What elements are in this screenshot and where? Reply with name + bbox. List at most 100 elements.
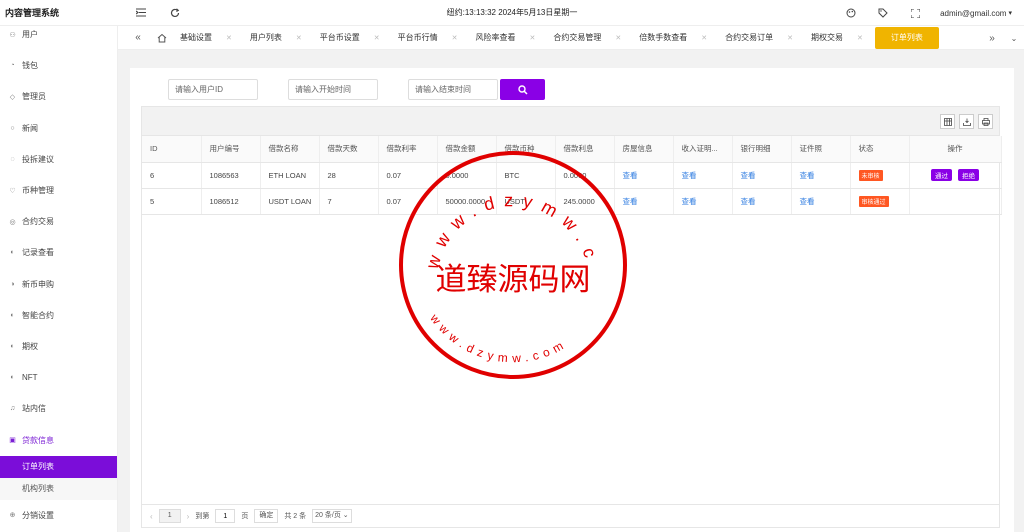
view-house-link[interactable]: 查看 <box>614 188 674 215</box>
close-icon[interactable]: ✕ <box>615 34 621 42</box>
goto-label: 到第 <box>195 513 210 520</box>
status-badge: 未审核 <box>858 169 883 181</box>
export-icon[interactable] <box>959 114 974 129</box>
pagination: ‹ 1 › 到第 页 确定 共 2 条 20 条/页 ⌄ <box>142 504 999 527</box>
tabs-scroll-right-icon[interactable]: » <box>984 30 1000 46</box>
sidebar-item-label: 智能合约 <box>22 310 54 320</box>
close-icon[interactable]: ✕ <box>226 34 232 42</box>
sidebar-item-subscribe[interactable]: ◑ 新币申购 <box>0 269 117 300</box>
column-header: 借款金额 <box>437 136 497 163</box>
tab-basic-settings[interactable]: 基础设置 ✕ <box>170 27 240 49</box>
column-header: 收入证明... <box>673 136 733 163</box>
refresh-icon[interactable] <box>168 6 182 20</box>
cell-interest: 245.0000 <box>555 188 615 215</box>
tab-platform-coin-market[interactable]: 平台币行情 ✕ <box>388 27 466 49</box>
sidebar-item-news[interactable]: ○ 新闻 <box>0 113 117 144</box>
close-icon[interactable]: ✕ <box>374 34 380 42</box>
next-page-icon[interactable]: › <box>187 512 190 521</box>
tabs-scroll-left-icon[interactable]: « <box>130 30 146 46</box>
close-icon[interactable]: ✕ <box>787 34 793 42</box>
tab-option-trade[interactable]: 期权交易 ✕ <box>801 27 871 49</box>
close-icon[interactable]: ✕ <box>452 34 458 42</box>
print-icon[interactable] <box>978 114 993 129</box>
sidebar-item-contract[interactable]: ◎ 合约交易 <box>0 206 117 237</box>
sidebar-item-loan[interactable]: ▣ 贷款信息 <box>0 424 117 455</box>
user-menu[interactable]: admin@gmail.com ▾ <box>940 9 1012 18</box>
column-header: 借款利率 <box>378 136 438 163</box>
view-income-link[interactable]: 查看 <box>673 188 733 215</box>
menu-fold-icon[interactable] <box>134 6 148 20</box>
goto-page-input[interactable] <box>215 509 236 523</box>
main-panel: ID 用户编号 借款名称 借款天数 借款利率 借款金额 借款币种 借款利息 房屋… <box>130 68 1014 532</box>
tab-contract-trade-mgmt[interactable]: 合约交易管理 ✕ <box>543 27 629 49</box>
sidebar-subitem-orders[interactable]: 订单列表 <box>0 455 117 478</box>
sidebar-item-record[interactable]: ◐ 记录查看 <box>0 237 117 268</box>
tab-label: 平台币设置 <box>319 33 360 42</box>
close-icon[interactable]: ✕ <box>857 34 863 42</box>
tab-user-list[interactable]: 用户列表 ✕ <box>240 27 310 49</box>
cell-days: 28 <box>319 162 379 189</box>
smart-contract-icon: ◐ <box>10 311 15 319</box>
view-house-link[interactable]: 查看 <box>614 162 674 189</box>
user-id-input[interactable] <box>168 79 258 100</box>
sidebar-item-smart-contract[interactable]: ◐ 智能合约 <box>0 300 117 331</box>
page-size-value: 20 条/页 <box>315 512 341 519</box>
goto-confirm-button[interactable]: 确定 <box>254 509 279 523</box>
sidebar-item-option[interactable]: ◐ 期权 <box>0 331 117 362</box>
table-row: 5 1086512 USDT LOAN 7 0.07 50000.0000 US… <box>142 188 1002 215</box>
sidebar-item-wallet[interactable]: ◔ 钱包 <box>0 50 117 81</box>
sidebar-item-admin[interactable]: ◇ 管理员 <box>0 81 117 112</box>
view-id-photo-link[interactable]: 查看 <box>791 188 851 215</box>
cell-name: USDT LOAN <box>260 188 320 215</box>
brand-title: 内容管理系统 <box>5 8 60 18</box>
sidebar-item-coin[interactable]: ♡ 币种管理 <box>0 175 117 206</box>
close-icon[interactable]: ✕ <box>530 34 536 42</box>
cell-currency: BTC <box>496 162 556 189</box>
table-toolbar <box>142 107 999 136</box>
home-icon[interactable] <box>154 30 170 46</box>
cell-actions <box>909 188 1002 215</box>
search-button[interactable] <box>500 79 545 100</box>
tab-label: 期权交易 <box>811 33 843 42</box>
search-form <box>168 79 545 100</box>
sidebar-item-distribution[interactable]: ⊕ 分销设置 <box>0 500 117 531</box>
columns-icon[interactable] <box>940 114 955 129</box>
sidebar-item-nft[interactable]: ◐ NFT <box>0 362 117 393</box>
nft-icon: ◐ <box>10 374 15 382</box>
tab-multiplier-lots[interactable]: 倍数手数查看 ✕ <box>629 27 715 49</box>
end-time-input[interactable] <box>408 79 498 100</box>
view-income-link[interactable]: 查看 <box>673 162 733 189</box>
tab-contract-orders[interactable]: 合约交易订单 ✕ <box>715 27 801 49</box>
close-icon[interactable]: ✕ <box>296 34 302 42</box>
option-icon: ◐ <box>10 342 15 350</box>
news-icon: ○ <box>10 124 15 132</box>
sidebar-item-user[interactable]: ⚇ 用户 <box>0 19 117 50</box>
close-icon[interactable]: ✕ <box>701 34 707 42</box>
tab-risk-rate[interactable]: 风险率查看 ✕ <box>466 27 544 49</box>
fullscreen-icon[interactable] <box>908 6 922 20</box>
view-bank-link[interactable]: 查看 <box>732 162 792 189</box>
view-id-photo-link[interactable]: 查看 <box>791 162 851 189</box>
prev-page-icon[interactable]: ‹ <box>150 512 153 521</box>
view-bank-link[interactable]: 查看 <box>732 188 792 215</box>
sidebar-item-label: 新币申购 <box>22 279 54 289</box>
total-count: 共 2 条 <box>284 513 307 520</box>
page-number[interactable]: 1 <box>158 509 181 523</box>
sidebar: ⚇ 用户 ◔ 钱包 ◇ 管理员 ○ 新闻 ◌ 投拆建议 ♡ 币种管理 ◎ 合约交易 ◐ 记录查看… <box>0 26 118 532</box>
page-size-select[interactable]: 20 条/页 ⌄ <box>312 509 352 523</box>
tab-platform-coin-settings[interactable]: 平台币设置 ✕ <box>310 27 388 49</box>
sidebar-item-message[interactable]: ♫ 站内信 <box>0 393 117 424</box>
cell-days: 7 <box>319 188 379 215</box>
tab-bar: « 基础设置 ✕ 用户列表 ✕ 平台币设置 ✕ 平台币行情 ✕ 风险率查看 ✕ 合约交易管… <box>118 26 1024 50</box>
loan-icon: ▣ <box>9 437 16 445</box>
approve-button[interactable]: 通过 <box>931 169 952 181</box>
chevron-down-icon[interactable]: ⌄ <box>1006 30 1022 46</box>
sidebar-subitem-institutions[interactable]: 机构列表 <box>0 478 117 500</box>
tab-order-list[interactable]: 订单列表 <box>874 26 939 49</box>
sidebar-item-suggestion[interactable]: ◌ 投拆建议 <box>0 144 117 175</box>
tag-icon[interactable] <box>876 6 890 20</box>
reject-button[interactable]: 拒绝 <box>958 169 979 181</box>
theme-icon[interactable] <box>844 6 858 20</box>
start-time-input[interactable] <box>288 79 378 100</box>
column-header: 借款天数 <box>319 136 379 163</box>
